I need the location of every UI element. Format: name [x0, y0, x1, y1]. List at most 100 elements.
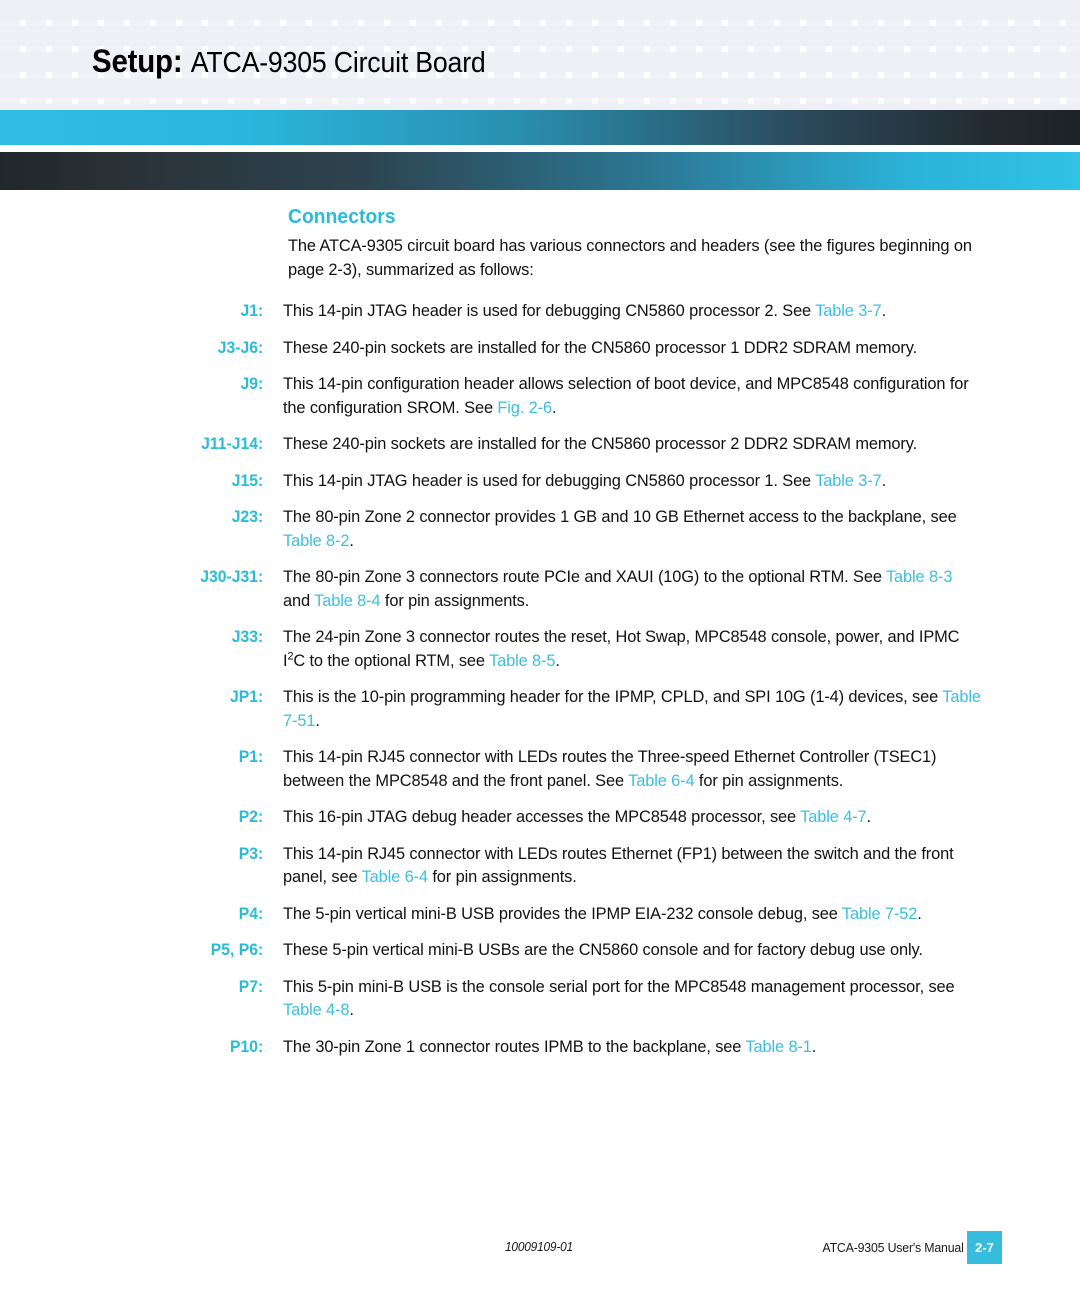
connector-entry-label: J3-J6: [217, 338, 264, 357]
connector-entry-description: This 14-pin RJ45 connector with LEDs rou… [268, 746, 983, 793]
connector-entry: P7: This 5-pin mini-B USB is the console … [0, 976, 1080, 1023]
body-text-run: . [552, 398, 557, 417]
body-text-run: This 16-pin JTAG debug header accesses t… [283, 808, 801, 826]
connector-entry-label: P3: [238, 844, 264, 863]
cross-reference-link[interactable]: Fig. 2-6 [497, 399, 552, 417]
connector-entry-label: JP1: [229, 688, 264, 706]
page-title-subject: ATCA-9305 Circuit Board [190, 47, 486, 79]
connector-entry-label: P2: [238, 808, 264, 826]
connector-entry-description: The 80-pin Zone 3 connectors route PCIe … [268, 566, 983, 613]
body-text-run: for pin assignments. [380, 591, 530, 610]
connector-entry: P4: The 5-pin vertical mini-B USB provide… [0, 903, 1080, 927]
connector-entry-description: This 14-pin RJ45 connector with LEDs rou… [268, 843, 983, 890]
cross-reference-link[interactable]: Table 4-8 [283, 1001, 349, 1019]
connector-entry-label: J11-J14: [201, 435, 264, 453]
body-text-run: and [283, 591, 315, 610]
body-text-run: . [811, 1037, 817, 1056]
connector-entry: J30-J31: The 80-pin Zone 3 connectors rou… [0, 566, 1080, 613]
connector-entry-label: J9: [240, 375, 264, 393]
body-text-run: These 240-pin sockets are installed for … [283, 338, 918, 357]
body-text-run: . [917, 904, 922, 923]
connector-entry-description: The 80-pin Zone 2 connector provides 1 G… [268, 506, 983, 553]
header-rule-dark-to-cyan [0, 152, 1080, 190]
body-text-run: . [315, 711, 320, 730]
page-title: Setup: ATCA-9305 Circuit Board [92, 42, 486, 82]
body-text-run: These 5-pin vertical mini-B USBs are the… [283, 941, 923, 959]
connector-entry-description: These 5-pin vertical mini-B USBs are the… [268, 939, 983, 963]
connector-entry-label: J33: [231, 628, 264, 646]
cross-reference-link[interactable]: Table 7-52 [842, 905, 917, 923]
cross-reference-link[interactable]: Table 6-4 [362, 868, 428, 886]
connector-entry-label: P7: [238, 977, 264, 996]
body-text-run: . [349, 531, 354, 550]
connector-entry: P3: This 14-pin RJ45 connector with LEDs … [0, 843, 1080, 890]
connector-entry-label: J30-J31: [200, 568, 264, 586]
cross-reference-link[interactable]: Table 4-7 [800, 808, 866, 826]
body-text-run: The 80-pin Zone 2 connector provides 1 G… [283, 508, 957, 526]
connector-entry-label: P5, P6: [210, 941, 264, 959]
connector-entry-description: These 240-pin sockets are installed for … [268, 433, 983, 457]
header-rule-cyan-to-dark [0, 110, 1080, 145]
connector-entry-description: This 14-pin configuration header allows … [268, 373, 983, 420]
connector-entry-description: The 24-pin Zone 3 connector routes the r… [268, 626, 983, 673]
cross-reference-link[interactable]: Table 3-7 [815, 302, 881, 320]
footer-manual-title: ATCA-9305 User's Manual [822, 1240, 964, 1255]
body-text-run: This 5-pin mini-B USB is the console ser… [283, 977, 955, 996]
footer-document-number: 10009109-01 [505, 1240, 573, 1254]
connector-entry-description: The 30-pin Zone 1 connector routes IPMB … [268, 1036, 983, 1060]
section-heading-connectors: Connectors [288, 206, 396, 228]
body-text-run: This is the 10-pin programming header fo… [283, 688, 943, 706]
connector-entry: J15: This 14-pin JTAG header is used for … [0, 470, 1080, 494]
connector-entry: P1: This 14-pin RJ45 connector with LEDs … [0, 746, 1080, 793]
body-text-run: for pin assignments. [694, 771, 844, 790]
body-text-run: This 14-pin JTAG header is used for debu… [283, 471, 816, 490]
connector-entry: JP1: This is the 10-pin programming heade… [0, 686, 1080, 733]
connector-entry-label: P1: [238, 748, 264, 766]
body-text-run: This 14-pin configuration header allows … [283, 375, 969, 417]
body-text-run: . [866, 808, 872, 826]
cross-reference-link[interactable]: Table 8-3 [886, 568, 952, 586]
cross-reference-link[interactable]: Table 8-2 [283, 532, 349, 550]
connector-entry: P10: The 30-pin Zone 1 connector routes I… [0, 1036, 1080, 1060]
connector-entry-description: This 14-pin JTAG header is used for debu… [268, 300, 983, 324]
connector-entry: J9: This 14-pin configuration header allo… [0, 373, 1080, 420]
body-text-run: The 30-pin Zone 1 connector routes IPMB … [283, 1037, 746, 1056]
page-content: Connectors The ATCA-9305 circuit board h… [0, 205, 1080, 1072]
connector-entry-label: J1: [240, 302, 264, 320]
connector-entry-description: This 16-pin JTAG debug header accesses t… [268, 806, 983, 830]
cross-reference-link[interactable]: Table 3-7 [815, 472, 881, 490]
body-text-run: The 5-pin vertical mini-B USB provides t… [283, 904, 842, 923]
cross-reference-link[interactable]: Table 6-4 [628, 772, 694, 790]
connector-entry: P2: This 16-pin JTAG debug header accesse… [0, 806, 1080, 830]
body-text-run: C to the optional RTM, see [293, 651, 490, 670]
connector-entry-label: J23: [231, 508, 264, 526]
connector-entry: J3-J6: These 240-pin sockets are installe… [0, 337, 1080, 361]
connector-entry: P5, P6: These 5-pin vertical mini-B USBs … [0, 939, 1080, 963]
cross-reference-link[interactable]: Table 8-1 [745, 1038, 811, 1056]
connector-entry: J23: The 80-pin Zone 2 connector provides… [0, 506, 1080, 553]
connector-entry: J33: The 24-pin Zone 3 connector routes t… [0, 626, 1080, 673]
body-text-run: The 80-pin Zone 3 connectors route PCIe … [283, 568, 886, 586]
body-text-run: This 14-pin JTAG header is used for debu… [283, 302, 816, 320]
connector-entry-label: J15: [231, 471, 264, 490]
connector-entry-list: J1: This 14-pin JTAG header is used for d… [0, 300, 1080, 1059]
cross-reference-link[interactable]: Table 8-5 [489, 652, 555, 670]
body-text-run: . [349, 1001, 354, 1019]
connector-entry-description: These 240-pin sockets are installed for … [268, 337, 983, 361]
connector-entry-description: This 14-pin JTAG header is used for debu… [268, 470, 983, 494]
body-text-run: for pin assignments. [427, 868, 577, 886]
connector-entry-description: This 5-pin mini-B USB is the console ser… [268, 976, 983, 1023]
connector-entry: J11-J14: These 240-pin sockets are instal… [0, 433, 1080, 457]
section-intro-paragraph: The ATCA-9305 circuit board has various … [288, 237, 972, 279]
body-text-run: . [881, 302, 887, 320]
body-text-run: . [881, 471, 887, 490]
page-footer: 10009109-01 ATCA-9305 User's Manual 2-7 [0, 1230, 1080, 1266]
footer-page-number-badge: 2-7 [967, 1231, 1002, 1264]
connector-entry: J1: This 14-pin JTAG header is used for d… [0, 300, 1080, 324]
connector-entry-description: The 5-pin vertical mini-B USB provides t… [268, 903, 983, 927]
connector-entry-description: This is the 10-pin programming header fo… [268, 686, 983, 733]
cross-reference-link[interactable]: Table 8-4 [314, 592, 380, 610]
connector-entry-label: P10: [229, 1037, 264, 1056]
body-text-run: . [555, 651, 560, 670]
page-title-prefix: Setup: [92, 43, 183, 79]
